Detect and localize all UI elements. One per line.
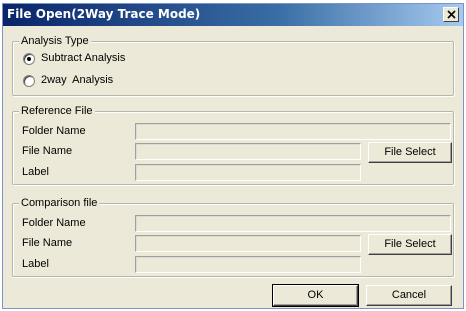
comparison-file-name-label: File Name (22, 237, 73, 249)
cancel-button[interactable]: Cancel (366, 285, 452, 306)
analysis-type-group: Analysis Type Subtract Analysis 2way Ana… (12, 35, 454, 96)
comparison-label-label: Label (22, 258, 49, 270)
radio-selected-dot (27, 57, 31, 61)
analysis-type-legend: Analysis Type (19, 35, 91, 47)
reference-file-select-button[interactable]: File Select (368, 142, 452, 163)
reference-file-group: Reference File Folder Name File Name Fil… (12, 105, 454, 185)
reference-label-label: Label (22, 166, 49, 178)
title-bar[interactable]: File Open(2Way Trace Mode) (3, 4, 463, 26)
radio-label-2way: 2way Analysis (41, 74, 114, 86)
reference-file-name-label: File Name (22, 145, 73, 157)
file-open-dialog: File Open(2Way Trace Mode) Analysis Type… (2, 3, 464, 309)
window-title: File Open(2Way Trace Mode) (7, 7, 201, 21)
radio-button-2way[interactable] (23, 75, 35, 87)
radio-label-subtract: Subtract Analysis (41, 52, 126, 64)
close-icon (447, 10, 456, 19)
comparison-file-select-button[interactable]: File Select (368, 234, 452, 255)
comparison-label-field[interactable] (135, 256, 361, 273)
comparison-file-group: Comparison file Folder Name File Name Fi… (12, 197, 454, 277)
radio-2way-analysis[interactable]: 2way Analysis (23, 74, 163, 88)
reference-folder-name-field[interactable] (135, 123, 451, 140)
reference-file-legend: Reference File (19, 105, 95, 117)
comparison-folder-name-field[interactable] (135, 215, 451, 232)
reference-file-name-field[interactable] (135, 143, 361, 160)
radio-button-subtract[interactable] (23, 53, 35, 65)
close-button[interactable] (443, 7, 459, 22)
comparison-file-name-field[interactable] (135, 235, 361, 252)
reference-folder-name-label: Folder Name (22, 125, 86, 137)
radio-subtract-analysis[interactable]: Subtract Analysis (23, 52, 163, 66)
comparison-file-legend: Comparison file (19, 197, 100, 209)
reference-label-field[interactable] (135, 164, 361, 181)
comparison-folder-name-label: Folder Name (22, 217, 86, 229)
ok-button[interactable]: OK (272, 284, 359, 307)
